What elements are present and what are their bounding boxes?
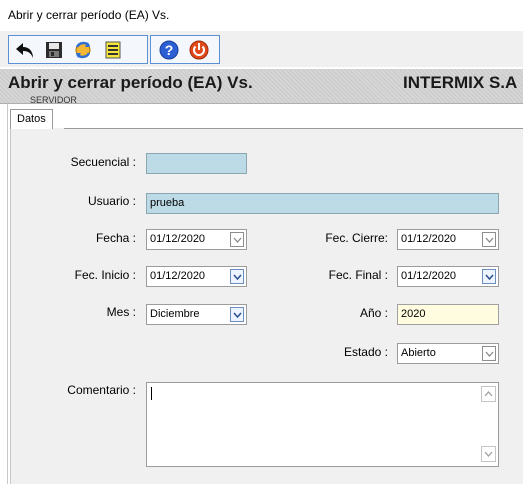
secuencial-label: Secuencial :: [70, 155, 136, 169]
help-button[interactable]: ?: [157, 38, 181, 62]
report-button[interactable]: [101, 38, 125, 62]
exit-button[interactable]: [187, 38, 211, 62]
estado-label: Estado :: [343, 345, 388, 359]
fec-inicio-field[interactable]: 01/12/2020: [146, 266, 247, 287]
tab-datos[interactable]: Datos: [10, 109, 53, 129]
fecha-dropdown-button[interactable]: [230, 232, 244, 247]
fec-cierre-dropdown-button[interactable]: [482, 232, 496, 247]
tab-divider: [64, 128, 523, 129]
report-icon: [105, 41, 121, 59]
usuario-field[interactable]: prueba: [146, 193, 499, 214]
anio-field[interactable]: 2020: [397, 304, 499, 325]
fec-inicio-value: 01/12/2020: [150, 270, 206, 282]
save-button[interactable]: [42, 38, 66, 62]
comentario-textarea[interactable]: [146, 382, 499, 467]
text-cursor: [151, 387, 152, 400]
toolbar: ?: [0, 31, 523, 67]
left-border: [7, 104, 8, 484]
window-title: Abrir y cerrar período (EA) Vs.: [8, 8, 170, 22]
mes-label: Mes :: [106, 305, 136, 319]
fec-final-label: Fec. Final :: [328, 268, 388, 282]
estado-select[interactable]: Abierto: [397, 343, 499, 364]
chevron-up-icon: [484, 391, 493, 397]
close-icon: [189, 40, 209, 60]
mes-select[interactable]: Diciembre: [146, 304, 247, 325]
chevron-down-icon: [233, 237, 241, 243]
header-subtitle: SERVIDOR: [30, 95, 77, 104]
chevron-down-icon: [232, 274, 242, 280]
fecha-field[interactable]: 01/12/2020: [146, 229, 247, 250]
company-name: INTERMIX S.A: [403, 73, 518, 92]
comentario-label: Comentario :: [67, 383, 136, 397]
header-title: Abrir y cerrar período (EA) Vs.: [8, 73, 253, 92]
fec-final-dropdown-button[interactable]: [482, 269, 496, 284]
mes-value: Diciembre: [150, 308, 200, 320]
toolbar-group-main: [8, 35, 148, 64]
chevron-down-icon: [484, 274, 494, 280]
help-icon: ?: [159, 40, 179, 60]
anio-label: Año :: [359, 306, 388, 320]
mes-dropdown-button[interactable]: [230, 307, 244, 322]
fec-final-value: 01/12/2020: [401, 270, 457, 282]
refresh-button[interactable]: [71, 38, 95, 62]
fec-cierre-value: 01/12/2020: [401, 233, 457, 245]
back-icon: [16, 43, 33, 58]
scroll-down-button[interactable]: [481, 446, 496, 462]
svg-text:?: ?: [165, 42, 174, 58]
estado-dropdown-button[interactable]: [482, 346, 496, 361]
fecha-value: 01/12/2020: [150, 233, 206, 245]
fec-cierre-field[interactable]: 01/12/2020: [397, 229, 499, 250]
title-bar: Abrir y cerrar período (EA) Vs.: [0, 0, 523, 30]
fec-cierre-label: Fec. Cierre:: [325, 231, 388, 245]
form-header: Abrir y cerrar período (EA) Vs. INTERMIX…: [0, 69, 523, 104]
fec-final-field[interactable]: 01/12/2020: [397, 266, 499, 287]
estado-value: Abierto: [401, 347, 436, 359]
chevron-down-icon: [484, 451, 493, 457]
secuencial-field[interactable]: [146, 153, 247, 174]
fec-inicio-dropdown-button[interactable]: [230, 269, 244, 284]
refresh-icon: [75, 41, 91, 59]
chevron-down-icon: [485, 351, 493, 357]
fec-inicio-label: Fec. Inicio :: [74, 268, 136, 282]
comentario-scrollbar[interactable]: [480, 384, 497, 465]
toolbar-group-help: ?: [150, 35, 220, 64]
chevron-down-icon: [485, 237, 493, 243]
scroll-up-button[interactable]: [481, 386, 496, 402]
fecha-label: Fecha :: [95, 231, 136, 245]
save-icon: [46, 42, 62, 58]
chevron-down-icon: [232, 312, 242, 318]
usuario-label: Usuario :: [87, 194, 136, 208]
back-button[interactable]: [13, 38, 37, 62]
